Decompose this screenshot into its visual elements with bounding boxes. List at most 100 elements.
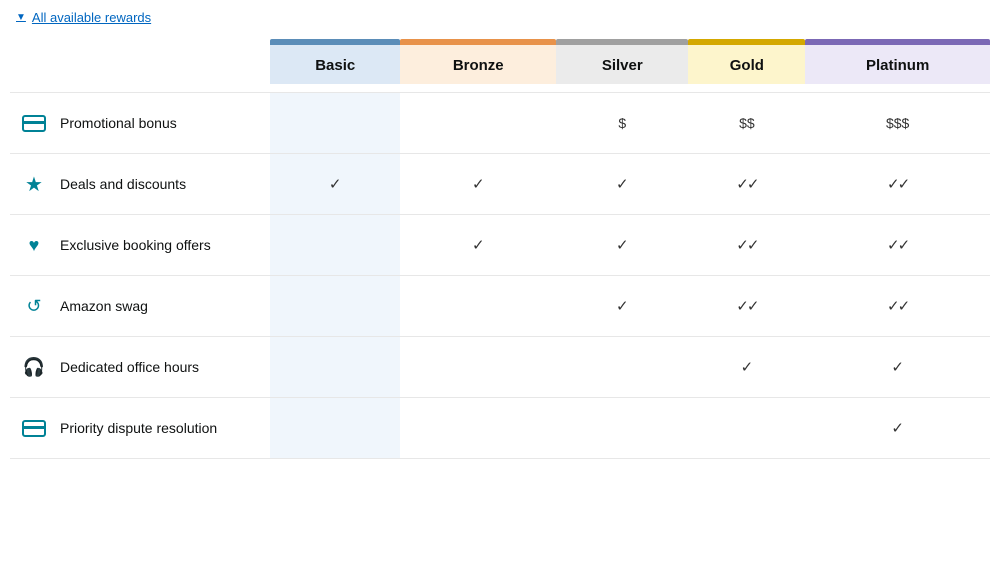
row-label-priority-dispute: Priority dispute resolution [20, 414, 262, 442]
cell-priority-dispute-basic [270, 398, 400, 459]
double-check-mark: ✓✓ [736, 176, 757, 193]
table-row-priority-dispute: Priority dispute resolution ✓ [10, 398, 990, 459]
cell-dedicated-office-hours-basic [270, 337, 400, 398]
table-row-amazon-swag: ↺Amazon swag✓✓✓✓✓ [10, 276, 990, 337]
tier-header-row: Basic Bronze [10, 33, 990, 93]
empty-header-cell [10, 33, 270, 93]
cell-exclusive-booking-bronze: ✓ [400, 215, 556, 276]
cell-amazon-swag-gold: ✓✓ [688, 276, 805, 337]
cell-deals-discounts-silver: ✓ [556, 154, 688, 215]
cell-deals-discounts-gold: ✓✓ [688, 154, 805, 215]
row-text-promotional-bonus: Promotional bonus [60, 115, 177, 131]
cell-amazon-swag-silver: ✓ [556, 276, 688, 337]
cell-priority-dispute-gold [688, 398, 805, 459]
row-label-cell-dedicated-office-hours: 🎧 Dedicated office hours [10, 337, 270, 398]
cell-promotional-bonus-basic [270, 93, 400, 154]
double-check-mark: ✓✓ [887, 237, 908, 254]
row-label-cell-amazon-swag: ↺ Amazon swag [10, 276, 270, 337]
cell-priority-dispute-silver [556, 398, 688, 459]
bronze-label: Bronze [453, 57, 504, 74]
row-text-amazon-swag: Amazon swag [60, 298, 148, 314]
cell-exclusive-booking-silver: ✓ [556, 215, 688, 276]
cell-deals-discounts-platinum: ✓✓ [805, 154, 990, 215]
row-label-exclusive-booking: ♥ Exclusive booking offers [20, 231, 262, 259]
swag-icon: ↺ [20, 292, 48, 320]
row-text-exclusive-booking: Exclusive booking offers [60, 237, 211, 253]
tier-header-bronze: Bronze [400, 33, 556, 93]
table-row-promotional-bonus: Promotional bonus$$$$$$ [10, 93, 990, 154]
card-icon [20, 109, 48, 137]
check-mark: ✓ [891, 420, 904, 437]
star-icon: ★ [20, 170, 48, 198]
cell-promotional-bonus-silver: $ [556, 93, 688, 154]
cell-dedicated-office-hours-gold: ✓ [688, 337, 805, 398]
double-check-mark: ✓✓ [736, 298, 757, 315]
main-container: ▼ All available rewards Basic [0, 0, 1000, 563]
cell-amazon-swag-basic [270, 276, 400, 337]
row-label-promotional-bonus: Promotional bonus [20, 109, 262, 137]
tier-header-platinum: Platinum [805, 33, 990, 93]
table-row-deals-discounts: ★Deals and discounts✓✓✓✓✓✓✓ [10, 154, 990, 215]
row-label-amazon-swag: ↺ Amazon swag [20, 292, 262, 320]
cell-amazon-swag-bronze [400, 276, 556, 337]
rewards-table-wrapper: Basic Bronze [0, 33, 1000, 459]
gold-label: Gold [730, 57, 764, 74]
check-mark: ✓ [472, 237, 485, 254]
all-rewards-label: All available rewards [32, 10, 151, 25]
silver-label: Silver [602, 57, 643, 74]
rewards-table: Basic Bronze [10, 33, 990, 459]
basic-label: Basic [315, 57, 355, 74]
cell-priority-dispute-platinum: ✓ [805, 398, 990, 459]
cell-promotional-bonus-gold: $$ [688, 93, 805, 154]
row-label-dedicated-office-hours: 🎧 Dedicated office hours [20, 353, 262, 381]
cell-dedicated-office-hours-platinum: ✓ [805, 337, 990, 398]
card-icon [20, 414, 48, 442]
cell-exclusive-booking-basic [270, 215, 400, 276]
row-text-deals-discounts: Deals and discounts [60, 176, 186, 192]
check-mark: ✓ [616, 298, 629, 315]
table-row-dedicated-office-hours: 🎧 Dedicated office hours ✓ ✓ [10, 337, 990, 398]
row-label-cell-exclusive-booking: ♥ Exclusive booking offers [10, 215, 270, 276]
headset-icon: 🎧 [20, 353, 48, 381]
check-mark: ✓ [616, 176, 629, 193]
basic-cell-inner: Basic [270, 45, 400, 84]
row-text-priority-dispute: Priority dispute resolution [60, 420, 217, 436]
gold-cell-inner: Gold [688, 45, 805, 84]
cell-amazon-swag-platinum: ✓✓ [805, 276, 990, 337]
double-check-mark: ✓✓ [887, 298, 908, 315]
table-body: Promotional bonus$$$$$$★Deals and discou… [10, 93, 990, 459]
tier-header-gold: Gold [688, 33, 805, 93]
all-rewards-link[interactable]: ▼ All available rewards [0, 0, 1000, 33]
row-text-dedicated-office-hours: Dedicated office hours [60, 359, 199, 375]
tier-header-silver: Silver [556, 33, 688, 93]
cell-exclusive-booking-platinum: ✓✓ [805, 215, 990, 276]
cell-deals-discounts-bronze: ✓ [400, 154, 556, 215]
platinum-cell-inner: Platinum [805, 45, 990, 84]
bronze-cell-inner: Bronze [400, 45, 556, 84]
dollar-value: $$ [739, 115, 755, 131]
cell-deals-discounts-basic: ✓ [270, 154, 400, 215]
dollar-value: $ [618, 115, 626, 131]
cell-priority-dispute-bronze [400, 398, 556, 459]
chevron-down-icon: ▼ [16, 12, 26, 23]
check-mark: ✓ [741, 359, 754, 376]
table-row-exclusive-booking: ♥Exclusive booking offers✓✓✓✓✓✓ [10, 215, 990, 276]
heart-icon: ♥ [20, 231, 48, 259]
check-mark: ✓ [891, 359, 904, 376]
cell-exclusive-booking-gold: ✓✓ [688, 215, 805, 276]
row-label-cell-promotional-bonus: Promotional bonus [10, 93, 270, 154]
cell-promotional-bonus-bronze [400, 93, 556, 154]
row-label-cell-deals-discounts: ★ Deals and discounts [10, 154, 270, 215]
cell-dedicated-office-hours-bronze [400, 337, 556, 398]
double-check-mark: ✓✓ [887, 176, 908, 193]
check-mark: ✓ [472, 176, 485, 193]
row-label-deals-discounts: ★ Deals and discounts [20, 170, 262, 198]
dollar-value: $$$ [886, 115, 909, 131]
check-mark: ✓ [616, 237, 629, 254]
cell-dedicated-office-hours-silver [556, 337, 688, 398]
tier-header-basic: Basic [270, 33, 400, 93]
cell-promotional-bonus-platinum: $$$ [805, 93, 990, 154]
double-check-mark: ✓✓ [736, 237, 757, 254]
check-mark: ✓ [329, 176, 342, 193]
platinum-label: Platinum [866, 57, 929, 74]
